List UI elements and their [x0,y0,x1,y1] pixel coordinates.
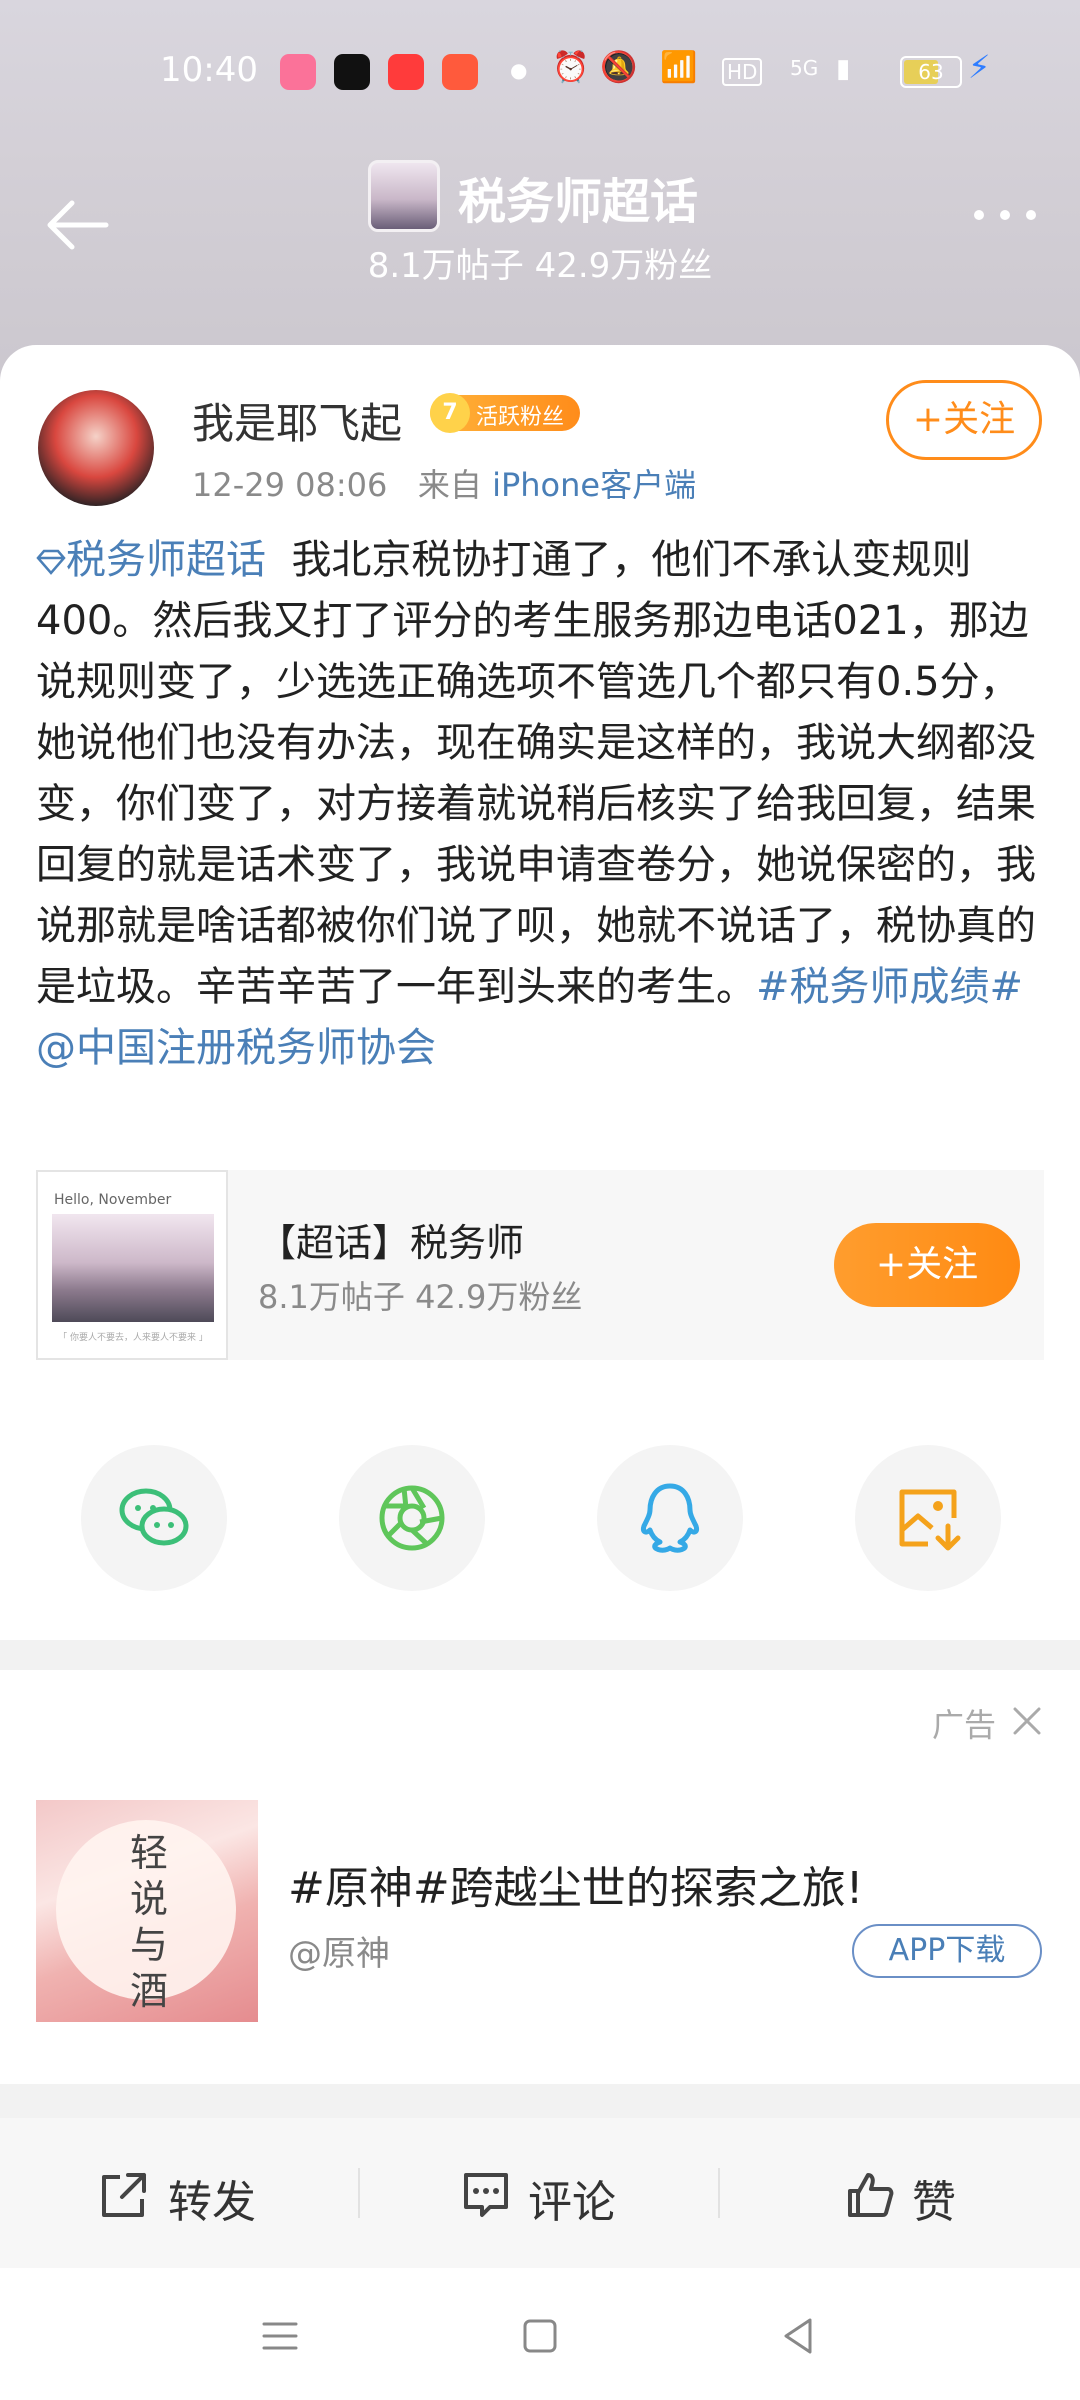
fan-level: 7 [430,393,470,433]
topic-follow-button[interactable]: +关注 [834,1223,1020,1307]
moments-icon [379,1485,445,1551]
comment-label: 评论 [528,2177,616,2228]
mention-link[interactable]: @中国注册税务师协会 [36,1025,436,1071]
back-nav-icon[interactable] [776,2314,820,2358]
topic-card[interactable]: Hello, November 「 你要人不要去，人来要人不要来 」 【超话】税… [36,1170,1044,1360]
thumb-text: Hello, November [54,1192,172,1208]
video-icon [388,54,424,90]
comment-icon [464,2173,508,2217]
section-divider [0,2084,1080,2118]
status-bar: 10:40 ● ⏰ 🔕 📶 HD 5G ▮ 63 ⚡ [0,40,1080,104]
mute-icon: 🔕 [600,50,638,85]
battery-icon: 63 [900,56,962,88]
network-type: 5G [790,56,819,80]
wifi-icon: 📶 [660,50,698,85]
capcut-icon [334,54,370,90]
topic-card-thumbnail: Hello, November 「 你要人不要去，人来要人不要来 」 [36,1170,228,1360]
like-label: 赞 [912,2177,956,2228]
battery-level: 63 [918,60,944,84]
app-icon [442,54,478,90]
close-icon[interactable] [1010,1704,1044,1738]
repost-icon [102,2173,146,2217]
like-button[interactable]: 赞 [720,2118,1080,2268]
post-body-text: 我北京税协打通了，他们不承认变规则400。然后我又打了评分的考生服务那边电话02… [36,537,1036,1010]
thumb-caption: 「 你要人不要去，人来要人不要来 」 [58,1333,208,1343]
thumb-picture [52,1214,214,1322]
post-source[interactable]: iPhone客户端 [492,466,696,504]
qq-icon [641,1483,699,1553]
status-time: 10:40 [160,50,258,90]
save-image-button[interactable] [855,1445,1001,1591]
topic-link[interactable]: 税务师超话 [36,537,266,583]
charging-icon: ⚡ [968,48,991,86]
topic-thumbnail [368,160,440,232]
ad-image[interactable]: 轻说与酒 [36,1800,258,2022]
post-meta: 12-29 08:06 来自 iPhone客户端 [192,460,696,506]
page-title: 税务师超话 [458,174,699,230]
source-prefix: 来自 [417,466,482,504]
wechat-icon [119,1488,189,1546]
post-body: 税务师超话 我北京税协打通了，他们不承认变规则400。然后我又打了评分的考生服务… [36,530,1046,1079]
bilibili-icon [280,54,316,90]
share-moments-button[interactable] [339,1445,485,1591]
ad-image-text: 轻说与酒 [130,1831,169,2013]
author-name[interactable]: 我是耶飞起 [192,390,402,451]
fan-badge-label: 活跃粉丝 [476,405,565,430]
share-qq-button[interactable] [597,1445,743,1591]
signal-icon: ▮ [836,54,851,84]
hashtag-link[interactable]: #税务师成绩# [756,964,1023,1010]
home-icon[interactable] [518,2314,562,2358]
fan-badge[interactable]: 7 活跃粉丝 [430,393,580,433]
topic-link-label: 税务师超话 [66,537,266,583]
menu-icon[interactable] [258,2314,302,2358]
share-wechat-button[interactable] [81,1445,227,1591]
alarm-icon: ⏰ [552,50,590,85]
save-image-icon [899,1489,961,1551]
topic-card-name: 【超话】税务师 [258,1221,525,1265]
diamond-icon [36,549,66,575]
section-divider [0,1640,1080,1670]
dot-icon: ● [510,58,528,82]
avatar[interactable] [38,390,154,506]
follow-button[interactable]: +关注 [886,380,1042,460]
comment-button[interactable]: 评论 [360,2118,720,2268]
ad-label: 广告 [932,1706,997,1744]
topic-card-stats: 8.1万帖子 42.9万粉丝 [258,1278,583,1316]
ad-account[interactable]: @原神 [288,1926,390,1975]
repost-label: 转发 [168,2177,256,2228]
system-nav-bar [0,2268,1080,2400]
topic-stats: 8.1万帖子 42.9万粉丝 [367,246,713,286]
hd-icon: HD [722,58,763,86]
app-download-button[interactable]: APP下载 [852,1924,1042,1978]
repost-button[interactable]: 转发 [0,2118,360,2268]
thumbs-up-icon [848,2173,894,2217]
action-bar: 转发 评论 赞 [0,2118,1080,2268]
ad-title[interactable]: #原神#跨越尘世的探索之旅! [288,1852,863,1916]
more-options-icon[interactable] [970,204,1040,224]
post-time: 12-29 08:06 [192,466,388,504]
